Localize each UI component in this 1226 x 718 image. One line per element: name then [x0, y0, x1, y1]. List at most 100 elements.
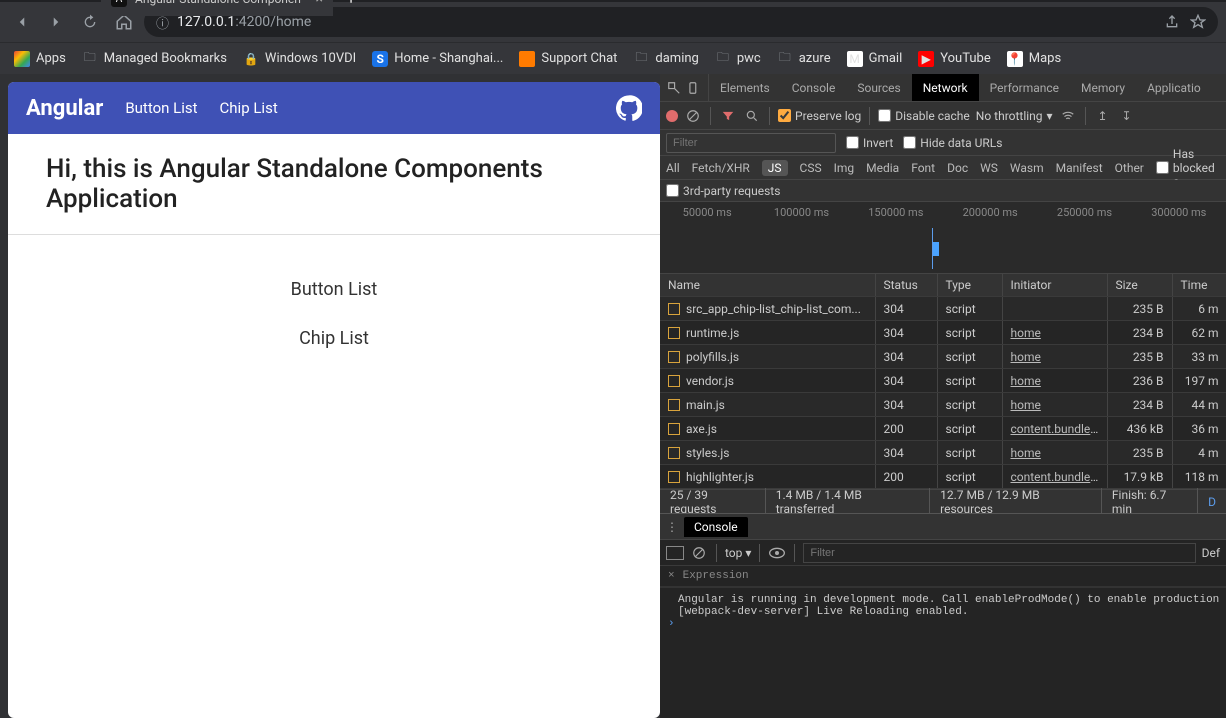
- column-header[interactable]: Type: [937, 274, 1002, 297]
- nav-button-list[interactable]: Button List: [125, 99, 197, 117]
- bookmark-item[interactable]: SHome - Shanghai...: [366, 48, 509, 70]
- nav-chip-list[interactable]: Chip List: [220, 99, 278, 117]
- bookmark-item[interactable]: 🗀pwc: [709, 48, 767, 70]
- timeline-tick: 50000 ms: [660, 206, 754, 219]
- type-filter-doc[interactable]: Doc: [947, 161, 968, 175]
- devtools-tab-sources[interactable]: Sources: [846, 74, 911, 101]
- filter-icon[interactable]: [719, 107, 737, 125]
- reload-button[interactable]: [76, 8, 104, 36]
- back-button[interactable]: [8, 8, 36, 36]
- devtools-tab-network[interactable]: Network: [912, 74, 979, 101]
- bookmark-item[interactable]: MGmail: [841, 48, 909, 70]
- invert-checkbox[interactable]: Invert: [846, 136, 893, 150]
- log-line: Angular is running in development mode. …: [678, 594, 1218, 606]
- throttling-select[interactable]: No throttling ▾: [976, 109, 1053, 123]
- drawer-menu-icon[interactable]: ⋮: [666, 520, 678, 534]
- clear-icon[interactable]: [684, 107, 702, 125]
- console-prompt[interactable]: ›: [668, 618, 1218, 630]
- network-filter-input[interactable]: [666, 133, 836, 153]
- devtools-tab-console[interactable]: Console: [781, 74, 847, 101]
- column-header[interactable]: Initiator: [1002, 274, 1107, 297]
- type-filter-css[interactable]: CSS: [800, 161, 822, 175]
- type-filter-all[interactable]: All: [666, 161, 680, 175]
- bookmark-item[interactable]: 🔒Windows 10VDI: [237, 48, 362, 70]
- drawer-tab-console[interactable]: Console: [684, 517, 748, 537]
- console-sidebar-toggle-icon[interactable]: [666, 546, 684, 560]
- bookmark-item[interactable]: ▶YouTube: [912, 48, 997, 70]
- network-status-bar: 25 / 39 requests 1.4 MB / 1.4 MB transfe…: [660, 489, 1226, 513]
- initiator-link[interactable]: home: [1011, 374, 1041, 388]
- third-party-checkbox[interactable]: 3rd-party requests: [666, 184, 780, 198]
- bookmark-item[interactable]: Support Chat: [513, 48, 623, 70]
- network-row[interactable]: vendor.js304scripthome236 B197 m: [660, 369, 1226, 393]
- tab-close-icon[interactable]: ×: [316, 0, 323, 7]
- type-filter-other[interactable]: Other: [1115, 161, 1144, 175]
- type-filter-wasm[interactable]: Wasm: [1010, 161, 1044, 175]
- bookmark-item[interactable]: 🗀Managed Bookmarks: [76, 48, 233, 70]
- devtools-tab-memory[interactable]: Memory: [1070, 74, 1136, 101]
- upload-icon[interactable]: ↥: [1094, 107, 1112, 125]
- device-toggle-icon[interactable]: [686, 80, 702, 96]
- type-filter-img[interactable]: Img: [834, 161, 855, 175]
- network-row[interactable]: runtime.js304scripthome234 B62 m: [660, 321, 1226, 345]
- default-levels[interactable]: Def: [1202, 546, 1220, 560]
- network-row[interactable]: styles.js304scripthome235 B4 m: [660, 441, 1226, 465]
- js-file-icon: [668, 399, 680, 411]
- search-icon[interactable]: [743, 107, 761, 125]
- column-header[interactable]: Status: [875, 274, 937, 297]
- console-clear-icon[interactable]: [690, 544, 708, 562]
- column-header[interactable]: Size: [1107, 274, 1172, 297]
- initiator-link[interactable]: home: [1011, 350, 1041, 364]
- initiator-link[interactable]: home: [1011, 326, 1041, 340]
- devtools-tab-elements[interactable]: Elements: [709, 74, 781, 101]
- bookmark-item[interactable]: 🗀azure: [771, 48, 837, 70]
- bookmark-icon: M: [847, 51, 863, 67]
- network-timeline[interactable]: 50000 ms100000 ms150000 ms200000 ms25000…: [660, 202, 1226, 274]
- bookmark-star-icon[interactable]: [1190, 14, 1206, 30]
- bookmark-label: Maps: [1029, 51, 1061, 66]
- initiator-link[interactable]: content.bundle....: [1011, 470, 1103, 484]
- hide-data-urls-checkbox[interactable]: Hide data URLs: [903, 136, 1002, 150]
- column-header[interactable]: Time: [1172, 274, 1226, 297]
- network-row[interactable]: src_app_chip-list_chip-list_com...304scr…: [660, 297, 1226, 321]
- download-icon[interactable]: ↧: [1118, 107, 1136, 125]
- bookmark-item[interactable]: Apps: [8, 48, 72, 70]
- devtools-tab-applicatio[interactable]: Applicatio: [1136, 74, 1212, 101]
- context-select[interactable]: top ▾: [725, 546, 751, 560]
- live-expression-icon[interactable]: [768, 544, 786, 562]
- type-filter-fetchxhr[interactable]: Fetch/XHR: [692, 161, 750, 175]
- column-header[interactable]: Name: [660, 274, 875, 297]
- forward-button[interactable]: [42, 8, 70, 36]
- console-log-area[interactable]: Angular is running in development mode. …: [660, 587, 1226, 718]
- github-icon[interactable]: [616, 95, 642, 121]
- bookmark-icon: 🔒: [243, 51, 259, 67]
- record-button[interactable]: [666, 110, 678, 122]
- network-row[interactable]: highlighter.js200scriptcontent.bundle...…: [660, 465, 1226, 489]
- network-row[interactable]: axe.js200scriptcontent.bundle....436 kB3…: [660, 417, 1226, 441]
- browser-tab[interactable]: A Angular Standalone Componen ×: [101, 0, 333, 16]
- type-filter-ws[interactable]: WS: [980, 161, 998, 175]
- disable-cache-checkbox[interactable]: Disable cache: [878, 109, 970, 123]
- initiator-link[interactable]: content.bundle....: [1011, 422, 1103, 436]
- initiator-link[interactable]: home: [1011, 446, 1041, 460]
- new-tab-button[interactable]: +: [346, 0, 356, 9]
- initiator-link[interactable]: home: [1011, 398, 1041, 412]
- link-chip-list[interactable]: Chip List: [8, 314, 660, 363]
- bookmark-item[interactable]: 📍Maps: [1001, 48, 1067, 70]
- network-row[interactable]: main.js304scripthome234 B44 m: [660, 393, 1226, 417]
- type-filter-font[interactable]: Font: [911, 161, 935, 175]
- bookmark-item[interactable]: 🗀daming: [627, 48, 704, 70]
- share-icon[interactable]: [1164, 14, 1180, 30]
- expression-row[interactable]: × Expression: [660, 566, 1226, 587]
- console-filter-input[interactable]: [803, 543, 1195, 563]
- type-filter-js[interactable]: JS: [762, 160, 788, 176]
- preserve-log-checkbox[interactable]: Preserve log: [778, 109, 861, 123]
- type-filter-media[interactable]: Media: [866, 161, 899, 175]
- timeline-tick: 300000 ms: [1132, 206, 1226, 219]
- inspect-icon[interactable]: [666, 80, 682, 96]
- devtools-tab-performance[interactable]: Performance: [979, 74, 1070, 101]
- type-filter-manifest[interactable]: Manifest: [1056, 161, 1103, 175]
- wifi-icon[interactable]: [1059, 107, 1077, 125]
- link-button-list[interactable]: Button List: [8, 265, 660, 314]
- network-row[interactable]: polyfills.js304scripthome235 B33 m: [660, 345, 1226, 369]
